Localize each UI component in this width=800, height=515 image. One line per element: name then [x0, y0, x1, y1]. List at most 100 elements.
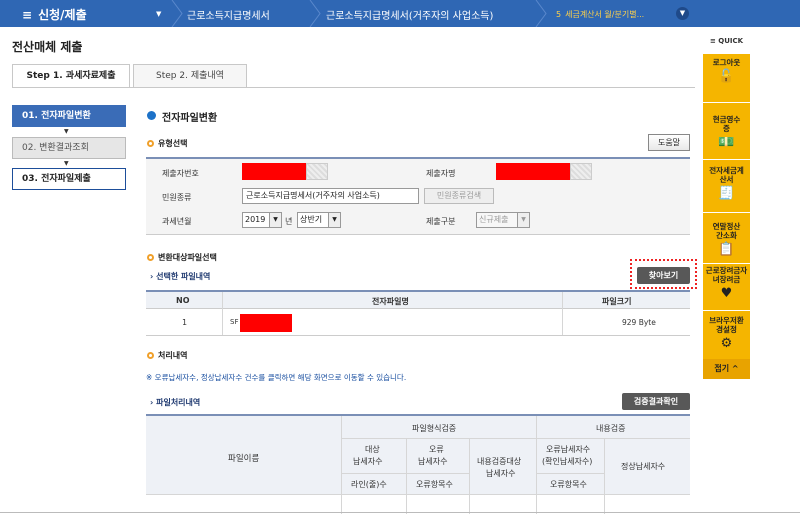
submitter-name-label: 제출자명: [426, 169, 456, 178]
browse-button[interactable]: 찾아보기: [637, 267, 690, 284]
invoice-icon: 🧾: [718, 186, 735, 201]
row-divider: [341, 438, 690, 439]
main-menu-button[interactable]: ≡ 신청/제출: [22, 6, 87, 23]
breadcrumb-level-1[interactable]: 근로소득지급명세서: [187, 7, 270, 22]
chevron-down-icon[interactable]: ▼: [676, 7, 689, 20]
quick-year-end-settlement-label: 연말정산간소화: [712, 222, 741, 240]
breadcrumb-separator-icon: [535, 0, 547, 27]
column-divider: [562, 309, 563, 335]
row-divider: [146, 494, 690, 495]
submit-type-label: 제출구분: [426, 217, 456, 226]
col-error-items: 오류항목수: [416, 480, 453, 489]
menu-dropdown-icon[interactable]: ▼: [156, 10, 161, 18]
breadcrumb-level-3[interactable]: 5 세금계산서 월/분기별...: [556, 9, 644, 20]
column-divider: [222, 292, 223, 309]
quick-browser-settings-label: 브라우저환경설정: [709, 316, 744, 334]
step-arrow-icon: ▼: [64, 160, 69, 167]
row-no: 1: [182, 318, 188, 327]
table-row[interactable]: 1 SF 929 Byte: [146, 309, 690, 336]
col-format-check: 파일형식검증: [412, 424, 457, 433]
year-select[interactable]: 2019 ▼: [242, 212, 282, 228]
column-divider: [341, 416, 342, 514]
col-header-file-name: 전자파일명: [372, 297, 409, 306]
tab-divider: [12, 87, 695, 88]
logout-icon: 🔓: [718, 69, 735, 84]
row-file-size: 929 Byte: [622, 318, 656, 327]
tax-year-label: 과세년월: [162, 217, 192, 226]
chevron-down-icon: ▼: [328, 213, 340, 227]
verify-result-button[interactable]: 검증결과확인: [622, 393, 690, 410]
document-icon: 📋: [718, 242, 735, 257]
step-arrow-icon: ▼: [64, 128, 69, 135]
chevron-up-icon: ^: [731, 364, 739, 373]
quick-year-end-settlement[interactable]: 연말정산간소화 📋: [703, 213, 750, 263]
quick-e-tax-invoice-label: 전자세금계산서: [709, 166, 744, 184]
gear-icon: ⚙: [720, 336, 733, 351]
year-suffix: 년: [285, 217, 293, 226]
submitter-name-field: [570, 163, 592, 180]
file-select-title: 변환대상파일선택: [158, 253, 217, 262]
quick-cash-receipt[interactable]: 현금영수증 💵: [703, 103, 750, 159]
civil-type-label: 민원종류: [162, 193, 192, 202]
col-header-no: NO: [176, 296, 190, 305]
col-error-items-2: 오류항목수: [550, 480, 587, 489]
selected-file-title: › 선택한 파일내역: [150, 272, 211, 281]
submit-type-select-value: 신규제출: [479, 215, 509, 224]
redacted-file-name: [240, 314, 292, 332]
year-select-value: 2019: [245, 215, 266, 224]
half-year-select[interactable]: 상반기 ▼: [297, 212, 341, 228]
process-notice: ※ 오류납세자수, 정상납세자수 건수를 클릭하면 해당 화면으로 이동할 수 …: [146, 373, 407, 382]
quick-cash-receipt-label: 현금영수증: [712, 115, 741, 133]
help-button[interactable]: 도움말: [648, 134, 690, 151]
row-divider: [341, 473, 469, 474]
submitter-no-label: 제출자번호: [162, 169, 199, 178]
quick-incentive-label: 근로장려금자녀장려금: [705, 266, 748, 284]
breadcrumb-level-2[interactable]: 근로소득지급명세서(거주자의 사업소득): [326, 7, 493, 22]
col-line-count: 라인(줄)수: [351, 480, 387, 489]
col-error-confirm-1: 오류납세자수: [546, 445, 591, 454]
process-title: 처리내역: [158, 351, 188, 360]
main-menu-label: 신청/제출: [38, 8, 87, 22]
quick-incentive[interactable]: 근로장려금자녀장려금 ♥: [703, 264, 750, 310]
col-target-taxpayers-2: 납세자수: [353, 457, 383, 466]
step-file-submit[interactable]: 03. 전자파일제출: [12, 168, 126, 190]
type-select-form: 제출자번호 제출자명 민원종류 근로소득지급명세서(거주자의 사업소득) 민원종…: [146, 157, 690, 235]
col-normal-taxpayers: 정상납세자수: [621, 462, 666, 471]
col-target-taxpayers-1: 대상: [365, 445, 380, 454]
top-navigation-bar: ≡ 신청/제출 ▼ 근로소득지급명세서 근로소득지급명세서(거주자의 사업소득) …: [0, 0, 800, 27]
breadcrumb-level-3-number: 5: [556, 10, 562, 19]
col-header-file-size: 파일크기: [602, 297, 632, 306]
col-content-target-1: 내용검증대상: [477, 457, 522, 466]
bottom-divider: [0, 512, 800, 513]
row-divider: [536, 473, 604, 474]
cash-icon: 💵: [718, 135, 735, 150]
submit-type-select[interactable]: 신규제출 ▼: [476, 212, 530, 228]
section-bullet-icon: [147, 111, 156, 120]
type-select-title: 유형선택: [158, 139, 188, 148]
breadcrumb-separator-icon: [309, 0, 321, 27]
column-divider: [222, 309, 223, 335]
tab-step1-submit[interactable]: Step 1. 과세자료제출: [12, 64, 130, 88]
step-convert-result[interactable]: 02. 변환결과조회: [12, 137, 126, 159]
column-divider: [562, 292, 563, 309]
half-year-select-value: 상반기: [300, 215, 323, 224]
col-error-confirm-2: (확인납세자수): [542, 457, 593, 466]
column-divider: [469, 438, 470, 514]
selected-file-title-text: 선택한 파일내역: [156, 272, 211, 281]
quick-logout[interactable]: 로그아웃 🔓: [703, 54, 750, 102]
subsection-bullet-icon: [147, 352, 154, 359]
quick-e-tax-invoice[interactable]: 전자세금계산서 🧾: [703, 160, 750, 212]
tab-step2-history[interactable]: Step 2. 제출내역: [133, 64, 247, 88]
col-content-target-2: 납세자수: [486, 469, 516, 478]
col-error-taxpayers-2: 납세자수: [418, 457, 448, 466]
step-file-convert[interactable]: 01. 전자파일변환: [12, 105, 126, 127]
redacted-submitter-name: [496, 163, 570, 180]
civil-type-search-button[interactable]: 민원종류검색: [424, 188, 494, 204]
col-file-name: 파일이름: [228, 454, 260, 464]
quick-browser-settings[interactable]: 브라우저환경설정 ⚙: [703, 311, 750, 359]
column-divider: [536, 416, 537, 514]
quick-close-button[interactable]: 접기 ^: [703, 359, 750, 379]
heart-icon: ♥: [720, 286, 733, 301]
process-result-table: 파일이름 파일형식검증 내용검증 대상 납세자수 오류 납세자수 내용검증대상 …: [146, 414, 690, 514]
subsection-bullet-icon: [147, 254, 154, 261]
